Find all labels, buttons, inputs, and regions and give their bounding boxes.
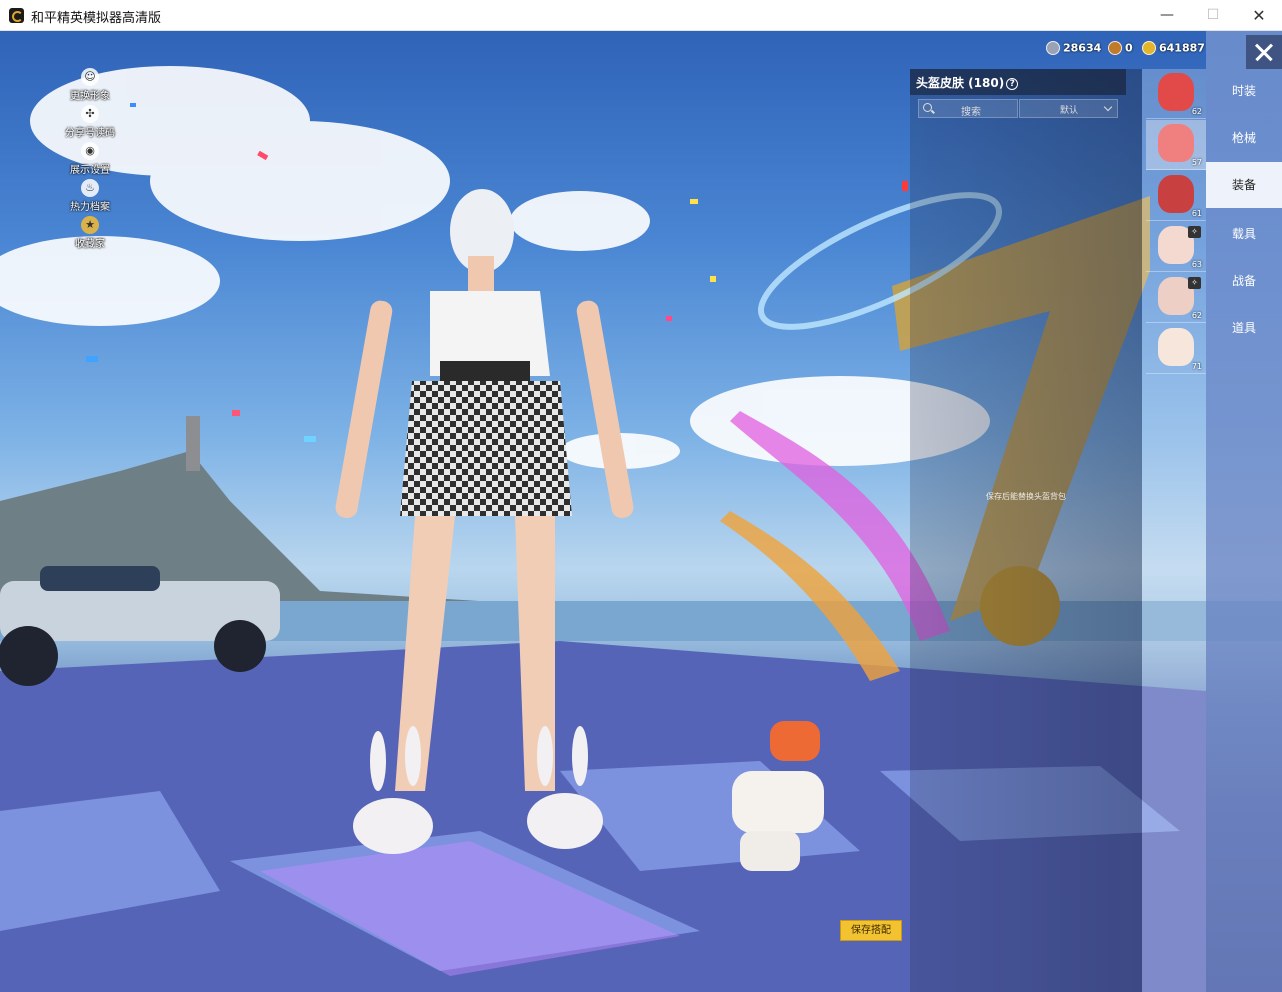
maximize-button[interactable]: ☐ (1190, 0, 1236, 31)
helmet-thumbnail (1158, 175, 1194, 213)
helmet-thumbnail (1158, 328, 1194, 366)
tab-items[interactable]: 道具 (1206, 305, 1282, 351)
gold-coin-icon (1142, 41, 1156, 55)
save-outfit-button[interactable]: 保存搭配 (840, 920, 902, 941)
search-input[interactable]: 搜索 (918, 99, 1018, 118)
minimize-button[interactable]: — (1144, 0, 1190, 31)
flame-icon: ♨ (81, 179, 99, 197)
tab-vehicles[interactable]: 载具 (1206, 211, 1282, 257)
panel-header: 头盔皮肤 (180)? (910, 69, 1126, 95)
close-wardrobe-button[interactable] (1246, 35, 1282, 69)
helmet-skin-panel: 头盔皮肤 (180)? 搜索 默认 保存后能替换头盔背包 (910, 69, 1142, 992)
skin-item[interactable]: 71 (1146, 324, 1206, 374)
bronze-coin-icon (1108, 41, 1122, 55)
upgrade-badge-icon: ✧ (1188, 226, 1201, 238)
change-appearance-button[interactable]: ☺ 更换形象 (60, 68, 120, 102)
tab-combat-gear[interactable]: 战备 (1206, 258, 1282, 304)
share-icon: ✣ (81, 105, 99, 123)
helmet-thumbnail (1158, 73, 1194, 111)
panel-title-text: 头盔皮肤 (180) (916, 76, 1005, 90)
category-sidebar: 时装 枪械 装备 载具 战备 道具 (1206, 31, 1282, 992)
person-icon: ☺ (81, 68, 99, 86)
upgrade-badge-icon: ✧ (1188, 277, 1201, 289)
tab-equipment[interactable]: 装备 (1206, 162, 1282, 208)
skin-item-list: 62 57 61 ✧ 63 ✧ 62 71 (1142, 69, 1206, 992)
currency-gold: 641887 (1142, 41, 1205, 59)
tower (186, 416, 200, 471)
window-title: 和平精英模拟器高清版 (31, 11, 162, 26)
menu-label: 分享号读码 (65, 128, 115, 139)
menu-label: 热力档案 (70, 202, 110, 213)
menu-label: 收藏家 (75, 239, 105, 250)
display-settings-button[interactable]: ◉ 展示设置 (60, 142, 120, 176)
eye-icon: ◉ (81, 142, 99, 160)
sort-label: 默认 (1060, 106, 1079, 116)
app-logo-icon (9, 8, 24, 23)
skin-item[interactable]: 61 (1146, 171, 1206, 221)
sort-dropdown[interactable]: 默认 (1019, 99, 1118, 118)
window-close-button[interactable]: ✕ (1236, 0, 1282, 31)
collector-badge-icon: ★ (81, 216, 99, 234)
skin-item[interactable]: ✧ 63 (1146, 222, 1206, 272)
skin-count: 71 (1191, 362, 1202, 371)
helmet-thumbnail (1158, 124, 1194, 162)
menu-label: 展示设置 (70, 165, 110, 176)
search-icon (923, 103, 932, 112)
skin-count: 62 (1191, 107, 1202, 116)
search-label: 搜索 (961, 107, 981, 118)
skin-item[interactable]: 62 (1146, 69, 1206, 119)
heat-profile-button[interactable]: ♨ 热力档案 (60, 179, 120, 213)
panel-title: 头盔皮肤 (180)? (916, 74, 1019, 91)
collector-button[interactable]: ★ 收藏家 (60, 216, 120, 250)
menu-label: 更换形象 (70, 91, 110, 102)
skin-item[interactable]: ✧ 62 (1146, 273, 1206, 323)
currency-silver: 28634 (1046, 41, 1101, 59)
tab-fashion[interactable]: 时装 (1206, 68, 1282, 114)
currency-bronze: 0 (1108, 41, 1133, 59)
panel-hint: 保存后能替换头盔背包 (986, 492, 1066, 501)
skin-count: 62 (1191, 311, 1202, 320)
share-code-button[interactable]: ✣ 分享号读码 (60, 105, 120, 139)
chevron-down-icon (1103, 102, 1113, 112)
currency-value: 0 (1125, 41, 1133, 55)
skin-count: 57 (1191, 158, 1202, 167)
game-viewport: ☺ 更换形象 ✣ 分享号读码 ◉ 展示设置 ♨ 热力档案 ★ 收藏家 28634… (0, 31, 1282, 992)
silver-coin-icon (1046, 41, 1060, 55)
skin-count: 63 (1191, 260, 1202, 269)
skin-count: 61 (1191, 209, 1202, 218)
tab-weapons[interactable]: 枪械 (1206, 115, 1282, 161)
help-icon[interactable]: ? (1006, 78, 1019, 90)
currency-value: 641887 (1159, 41, 1205, 55)
window-titlebar: 和平精英模拟器高清版 — ☐ ✕ (0, 0, 1282, 31)
currency-value: 28634 (1063, 41, 1102, 55)
skin-item[interactable]: 57 (1146, 120, 1206, 170)
